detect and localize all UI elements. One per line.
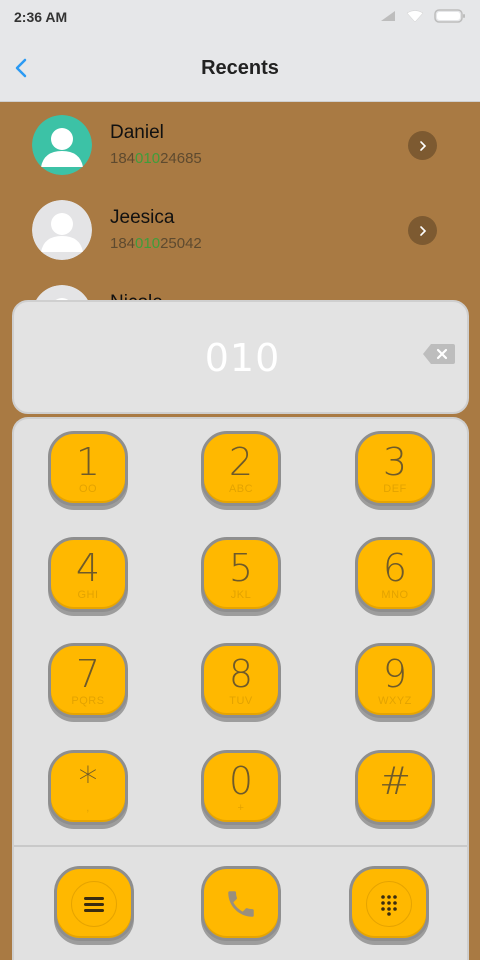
status-icons <box>380 9 466 23</box>
number-match: 010 <box>135 235 161 252</box>
recents-list: Daniel 18401024685 Jeesica 18401025042 N… <box>0 102 480 302</box>
details-button[interactable] <box>408 131 437 160</box>
menu-icon <box>84 896 104 912</box>
key-6[interactable]: 6 MNO <box>355 537 435 612</box>
key-letters: MNO <box>381 589 409 601</box>
phone-icon <box>228 890 254 917</box>
menu-button[interactable] <box>54 866 134 941</box>
key-letters: WXYZ <box>378 695 412 707</box>
key-digit: # <box>379 759 411 803</box>
key-letters: OO <box>78 483 98 495</box>
contact-name: Jeesica <box>110 207 175 228</box>
key-3[interactable]: 3 DEF <box>355 431 435 506</box>
key-digit: 3 <box>382 440 408 484</box>
dialed-number: 010 <box>204 336 281 380</box>
key-digit: 1 <box>75 440 101 484</box>
key-2[interactable]: 2 ABC <box>201 431 281 506</box>
key-9[interactable]: 9 WXYZ <box>355 643 435 718</box>
page-title: Recents <box>201 57 279 79</box>
key-digit: 7 <box>75 652 101 696</box>
person-icon <box>32 115 92 175</box>
key-digit: 0 <box>228 759 254 803</box>
status-time: 2:36 AM <box>14 9 68 25</box>
dialpad-icon <box>381 894 397 916</box>
details-button[interactable] <box>408 216 437 245</box>
list-item[interactable]: Daniel 18401024685 <box>0 102 480 187</box>
dial-display: 010 <box>12 300 469 414</box>
key-star[interactable]: *, <box>48 750 128 825</box>
key-digit: 2 <box>228 440 254 484</box>
number-match: 010 <box>135 150 161 167</box>
key-letters: DEF <box>383 483 407 495</box>
avatar <box>32 115 92 175</box>
number-suffix: 24685 <box>160 150 202 167</box>
key-letters: PQRS <box>71 695 105 707</box>
status-bar: 2:36 AM <box>0 0 480 34</box>
battery-icon <box>434 9 465 23</box>
key-digit: 9 <box>382 652 408 696</box>
key-letters: + <box>237 802 245 814</box>
key-digit: 4 <box>75 546 101 590</box>
key-letters: JKL <box>230 589 252 601</box>
key-letters: , <box>86 802 90 814</box>
number-prefix: 184 <box>110 235 136 252</box>
chevron-right-icon <box>419 140 426 151</box>
header-bar: Recents <box>0 34 480 102</box>
key-1[interactable]: 1 OO <box>48 431 128 506</box>
contact-number: 18401024685 <box>110 150 202 167</box>
divider <box>14 845 467 847</box>
backspace-icon[interactable] <box>422 342 456 366</box>
signal-icon <box>381 11 395 21</box>
key-8[interactable]: 8 TUV <box>201 643 281 718</box>
call-button[interactable] <box>201 866 281 941</box>
dialpad-toggle-button[interactable] <box>349 866 429 941</box>
avatar <box>32 200 92 260</box>
number-prefix: 184 <box>110 150 136 167</box>
person-icon <box>32 200 92 260</box>
contact-name: Daniel <box>110 122 164 143</box>
list-item[interactable]: Nicole <box>0 272 480 302</box>
key-0[interactable]: 0 + <box>201 750 281 825</box>
key-letters: TUV <box>229 695 253 707</box>
key-digit: * <box>78 759 98 803</box>
list-item[interactable]: Jeesica 18401025042 <box>0 187 480 272</box>
key-digit: 8 <box>228 652 254 696</box>
number-suffix: 25042 <box>160 235 202 252</box>
key-7[interactable]: 7 PQRS <box>48 643 128 718</box>
dialpad: 1 OO 2 ABC 3 DEF 4 GHI 5 JKL 6 MNO 7 PQRS 8 TUV … <box>12 417 469 960</box>
key-digit: 5 <box>228 546 254 590</box>
wifi-icon <box>406 9 424 22</box>
key-letters: GHI <box>77 589 99 601</box>
key-5[interactable]: 5 JKL <box>201 537 281 612</box>
key-hash[interactable]: # <box>355 750 435 825</box>
contact-number: 18401025042 <box>110 235 202 252</box>
chevron-right-icon <box>419 225 426 236</box>
key-4[interactable]: 4 GHI <box>48 537 128 612</box>
key-digit: 6 <box>382 546 408 590</box>
key-letters: ABC <box>228 483 254 495</box>
